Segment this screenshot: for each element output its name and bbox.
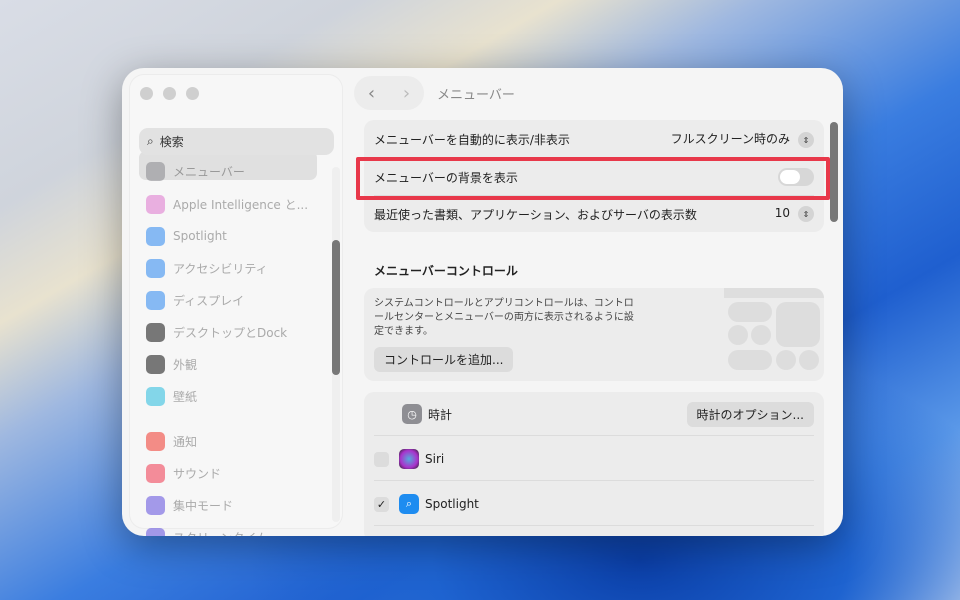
clock-options-button[interactable]: 時計のオプション... — [686, 401, 814, 427]
siri-checkbox[interactable] — [374, 451, 389, 467]
sidebar-item[interactable]: アクセシビリティ — [146, 256, 268, 280]
add-control-button[interactable]: コントロールを追加... — [374, 347, 514, 372]
sidebar-item[interactable]: メニューバー — [146, 159, 245, 183]
close-button[interactable] — [140, 87, 153, 100]
main-scrollbar[interactable] — [830, 122, 838, 222]
stepper-icon: ⇕ — [798, 132, 814, 149]
sidebar-item-label: Spotlight — [173, 229, 227, 243]
search-icon: ⌕ — [147, 134, 154, 148]
display-icon — [146, 290, 165, 310]
sidebar-item-label: メニューバー — [173, 164, 245, 179]
search-input[interactable]: ⌕ 検索 — [139, 128, 334, 155]
minimize-button[interactable] — [163, 87, 176, 100]
sidebar-item-label: 外観 — [173, 357, 198, 372]
wallpaper-icon — [146, 386, 165, 406]
spotlight-checkbox[interactable]: ✓ — [374, 496, 389, 512]
siri-icon — [399, 449, 419, 469]
sidebar-item[interactable]: サウンド — [146, 461, 221, 485]
sidebar-item-label: サウンド — [173, 466, 222, 481]
sidebar-scroll-thumb[interactable] — [332, 240, 340, 375]
menubar-items-group: ◷ 時計 時計のオプション... Siri ✓ ⌕ Spotlight — [364, 392, 824, 536]
sidebar-item[interactable]: 集中モード — [146, 493, 233, 517]
sidebar-item[interactable]: 通知 — [146, 429, 197, 453]
list-item: Siri — [374, 446, 814, 472]
sidebar-item[interactable]: デスクトップとDock — [146, 320, 287, 344]
sidebar-item-label: 集中モード — [173, 498, 234, 513]
sidebar-item-label: 通知 — [173, 434, 198, 449]
sidebar-item-label: デスクトップとDock — [173, 325, 288, 340]
accessibility-icon — [146, 258, 165, 278]
sidebar-item-label: アクセシビリティ — [173, 261, 268, 276]
section-heading: メニューバーコントロール — [374, 264, 518, 278]
notifications-icon — [146, 431, 165, 451]
controls-description: システムコントロールとアプリコントロールは、コントロールセンターとメニューバーの… — [374, 298, 634, 337]
screen-time-icon — [146, 527, 165, 536]
apple-intelligence-icon — [146, 194, 165, 214]
list-item: ✓ ⌕ Spotlight — [374, 491, 814, 517]
sidebar: ⌕ 検索 メニューバー Apple Intelligence と... Spotlig… — [130, 75, 342, 536]
sidebar-item[interactable]: スクリーンタイム — [146, 525, 268, 536]
auto-hide-select[interactable]: フルスクリーン時のみ ⇕ — [671, 130, 814, 149]
sidebar-item[interactable]: ディスプレイ — [146, 288, 244, 312]
desktop-dock-icon — [146, 322, 165, 342]
zoom-button[interactable] — [186, 87, 199, 100]
recent-items-row: 最近使った書類、アプリケーション、およびサーバの表示数 10 ⇕ — [374, 202, 814, 226]
controls-group: システムコントロールとアプリコントロールは、コントロールセンターとメニューバーの… — [364, 288, 824, 381]
page-title: メニューバー — [437, 88, 515, 103]
sidebar-item[interactable]: 壁紙 — [146, 384, 197, 408]
appearance-icon — [146, 354, 165, 374]
nav-buttons: ‹ › — [354, 76, 424, 110]
auto-hide-row: メニューバーを自動的に表示/非表示 フルスクリーン時のみ ⇕ — [374, 127, 814, 151]
menubar-icon — [146, 161, 165, 181]
sidebar-item[interactable]: 外観 — [146, 352, 197, 376]
sidebar-item-label: ディスプレイ — [173, 293, 245, 308]
forward-button[interactable]: › — [403, 83, 410, 104]
sidebar-item-label: Apple Intelligence と... — [173, 197, 309, 212]
control-center-illustration — [724, 288, 824, 381]
back-button[interactable]: ‹ — [368, 83, 375, 104]
list-item: ◷ 時計 時計のオプション... — [374, 401, 814, 427]
sidebar-item-label: 壁紙 — [173, 389, 198, 404]
sidebar-item-label: スクリーンタイム — [173, 529, 268, 537]
clock-icon: ◷ — [402, 404, 422, 424]
focus-icon — [146, 495, 165, 515]
highlight-annotation — [356, 157, 830, 200]
recent-items-select[interactable]: 10 ⇕ — [775, 206, 814, 223]
spotlight-icon: ⌕ — [399, 494, 419, 514]
sound-icon — [146, 463, 165, 483]
spotlight-icon — [146, 226, 165, 246]
sidebar-item[interactable]: Apple Intelligence と... — [146, 192, 308, 216]
sidebar-item[interactable]: Spotlight — [146, 224, 227, 248]
stepper-icon: ⇕ — [798, 206, 814, 223]
settings-window: ⌕ 検索 メニューバー Apple Intelligence と... Spotlig… — [122, 68, 843, 536]
